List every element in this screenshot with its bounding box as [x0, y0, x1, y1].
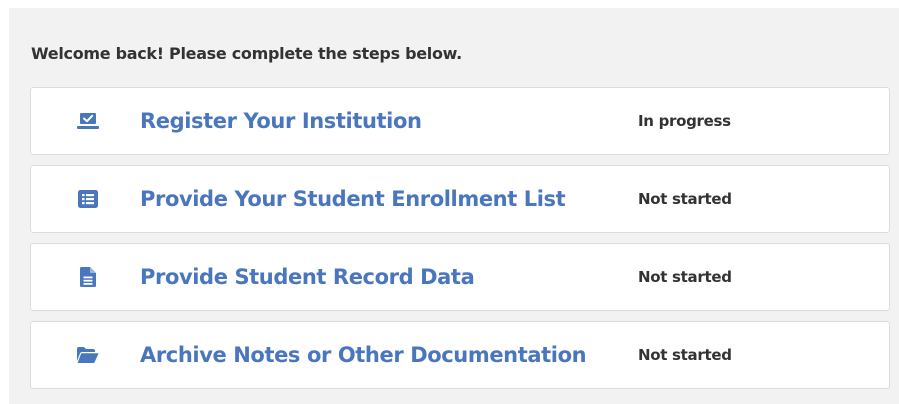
step-title-register-institution[interactable]: Register Your Institution	[140, 109, 422, 133]
step-status-register-institution: In progress	[638, 112, 731, 130]
step-status-student-record-data: Not started	[638, 268, 732, 286]
step-status-archive-notes: Not started	[638, 346, 732, 364]
step-title-archive-notes[interactable]: Archive Notes or Other Documentation	[140, 343, 587, 367]
step-status-enrollment-list: Not started	[638, 190, 732, 208]
list-icon	[77, 188, 99, 210]
welcome-message: Welcome back! Please complete the steps …	[31, 44, 462, 63]
step-title-enrollment-list[interactable]: Provide Your Student Enrollment List	[140, 187, 566, 211]
step-title-student-record-data[interactable]: Provide Student Record Data	[140, 265, 475, 289]
folder-open-icon	[77, 344, 99, 366]
step-register-institution[interactable]: Register Your Institution In progress	[30, 87, 890, 155]
step-student-record-data[interactable]: Provide Student Record Data Not started	[30, 243, 890, 311]
step-archive-notes[interactable]: Archive Notes or Other Documentation Not…	[30, 321, 890, 389]
steps-panel: Welcome back! Please complete the steps …	[9, 8, 899, 404]
laptop-check-icon	[77, 110, 99, 132]
step-enrollment-list[interactable]: Provide Your Student Enrollment List Not…	[30, 165, 890, 233]
document-icon	[77, 266, 99, 288]
